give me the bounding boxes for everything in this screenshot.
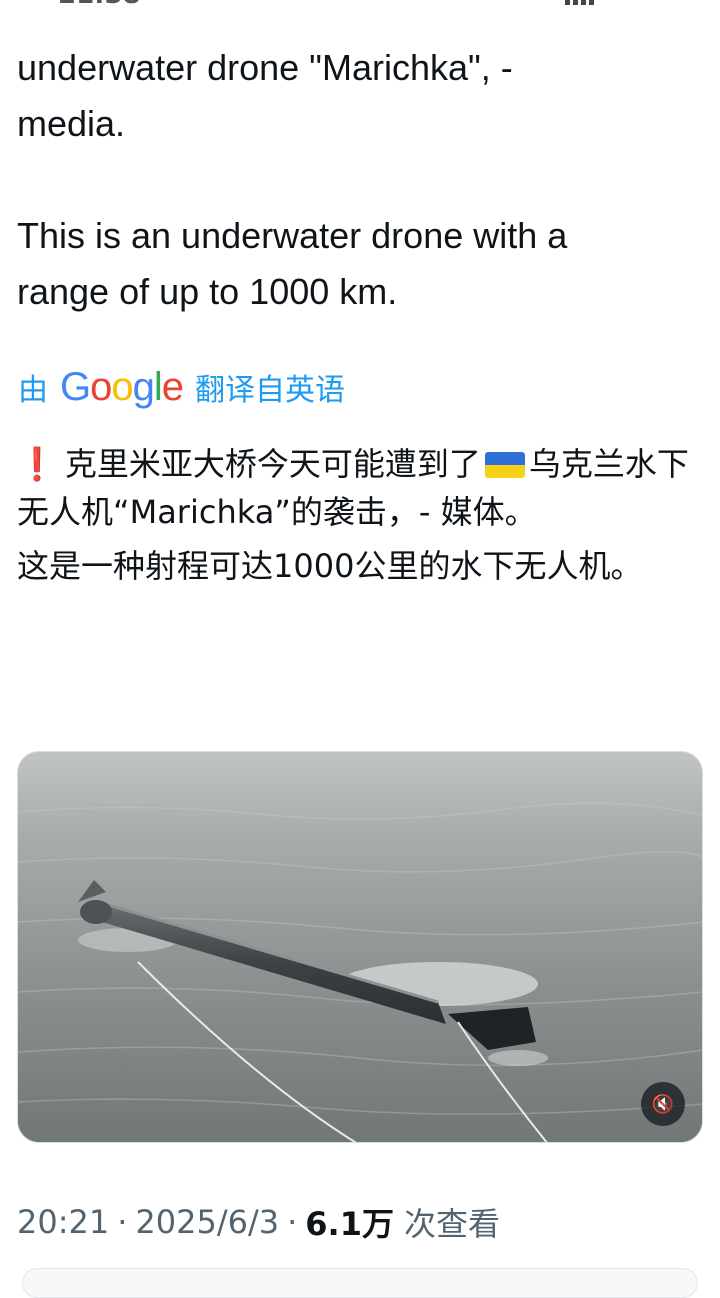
tweet-time[interactable]: 20:21 (17, 1203, 109, 1241)
separator-dot: · (287, 1203, 298, 1241)
google-logo: Google (60, 364, 184, 409)
video-player[interactable]: 🔇 (17, 751, 703, 1143)
red-exclamation-icon: ❗ (17, 445, 57, 483)
translate-prefix: 由 (18, 373, 48, 408)
tweet-meta: 20:21 · 2025/6/3 · 6.1万 次查看 (17, 1196, 500, 1248)
separator-dot: · (117, 1203, 128, 1241)
signal-icon (565, 0, 594, 5)
tweet-line: media. (17, 103, 126, 144)
mute-button[interactable]: 🔇 (641, 1082, 685, 1126)
tweet-date[interactable]: 2025/6/3 (135, 1203, 279, 1241)
translate-suffix: 翻译自英语 (195, 373, 346, 408)
video-frame (18, 752, 702, 1142)
view-count: 6.1万 (305, 1205, 394, 1243)
translated-by-google[interactable]: 由 Google 翻译自英语 (18, 362, 345, 412)
muted-speaker-icon: 🔇 (651, 1093, 675, 1115)
status-time: 21:38 (58, 0, 141, 10)
tweet-paragraph: This is an underwater drone with a range… (17, 215, 568, 312)
tweet-text: underwater drone "Marichka", - media. Th… (17, 40, 697, 320)
translated-text: ❗ 克里米亚大桥今天可能遭到了 乌克兰水下无人机“Marichka”的袭击，- 媒体… (17, 440, 707, 596)
network-type: 4G (598, 0, 628, 4)
translated-paragraph: ❗ 克里米亚大桥今天可能遭到了 乌克兰水下无人机“Marichka”的袭击，- 媒体… (17, 445, 689, 531)
status-bar: 21:38 4G (0, 0, 720, 14)
reply-bar-edge (22, 1268, 698, 1298)
tweet-line: underwater drone "Marichka", - (17, 47, 513, 88)
translated-paragraph: 这是一种射程可达1000公里的水下无人机。 (17, 547, 643, 585)
ukraine-flag-icon (484, 452, 525, 478)
view-label: 次查看 (403, 1205, 500, 1243)
